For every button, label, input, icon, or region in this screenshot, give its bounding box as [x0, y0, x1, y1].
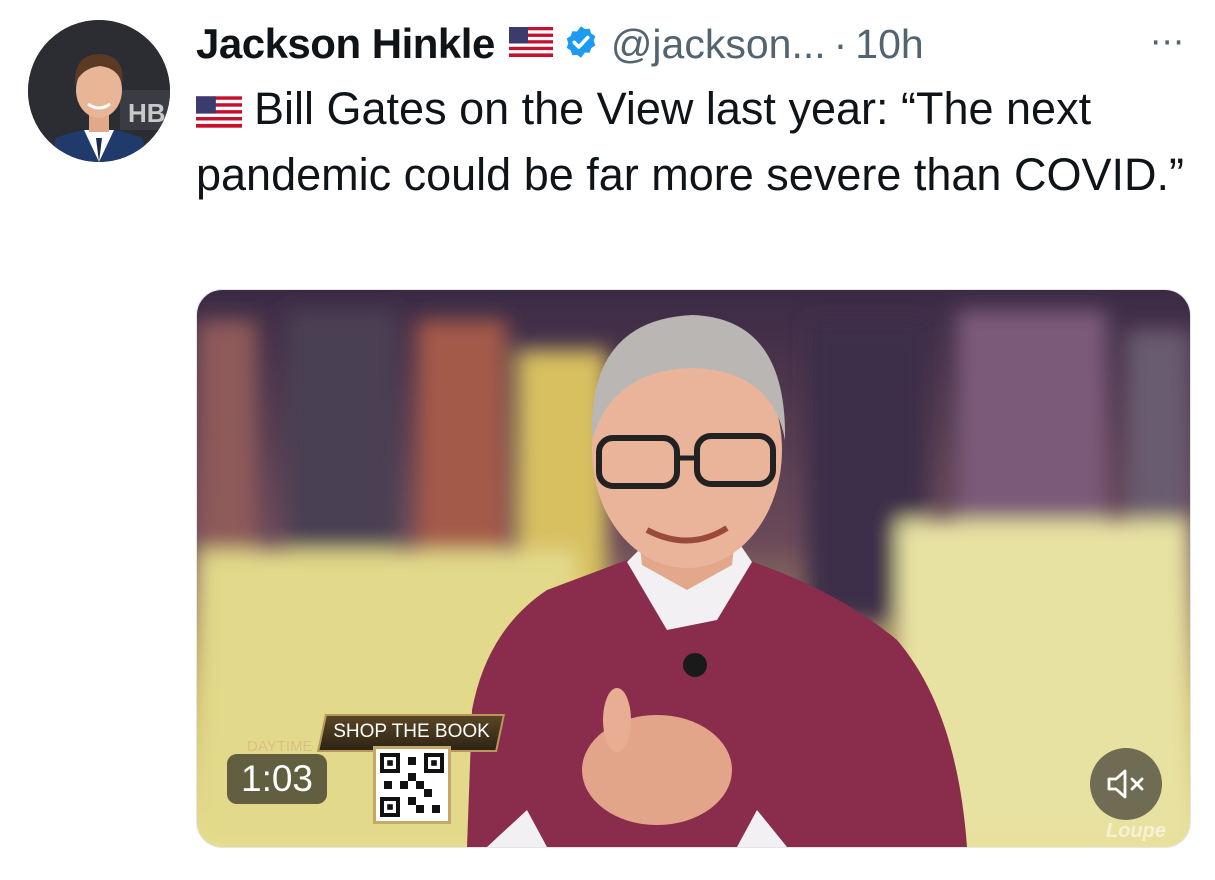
author-handle[interactable]: @jackson... — [611, 21, 826, 68]
speaker-muted-icon — [1107, 769, 1144, 799]
watermark: Loupe — [1106, 820, 1166, 842]
author-name[interactable]: Jackson Hinkle — [196, 20, 495, 68]
avatar[interactable]: HB — [28, 20, 170, 162]
video-duration: 1:03 — [227, 754, 328, 804]
video-frame — [197, 290, 1190, 847]
qr-code — [373, 746, 451, 824]
show-logo: DAYTIME — [247, 738, 313, 755]
more-options-icon[interactable]: ⋯ — [1150, 22, 1185, 62]
tweet-body: Bill Gates on the View last year: “The n… — [196, 83, 1184, 200]
timestamp[interactable]: 10h — [855, 21, 923, 68]
us-flag-icon — [508, 26, 553, 62]
video-player[interactable]: SHOP THE BOOK DAYTIME 1:03 Loupe — [196, 289, 1191, 848]
verified-badge-icon — [563, 24, 599, 65]
shop-banner-label: SHOP THE BOOK — [332, 721, 490, 742]
tweet-text: Bill Gates on the View last year: “The n… — [196, 78, 1186, 206]
tweet-header: Jackson Hinkle @jackson... · 10h ⋯ — [196, 18, 1185, 70]
mute-button[interactable] — [1090, 748, 1162, 820]
svg-text:HB: HB — [128, 98, 166, 128]
us-flag-icon — [196, 82, 242, 144]
separator-dot: · — [833, 20, 848, 67]
avatar-image: HB — [28, 20, 170, 162]
